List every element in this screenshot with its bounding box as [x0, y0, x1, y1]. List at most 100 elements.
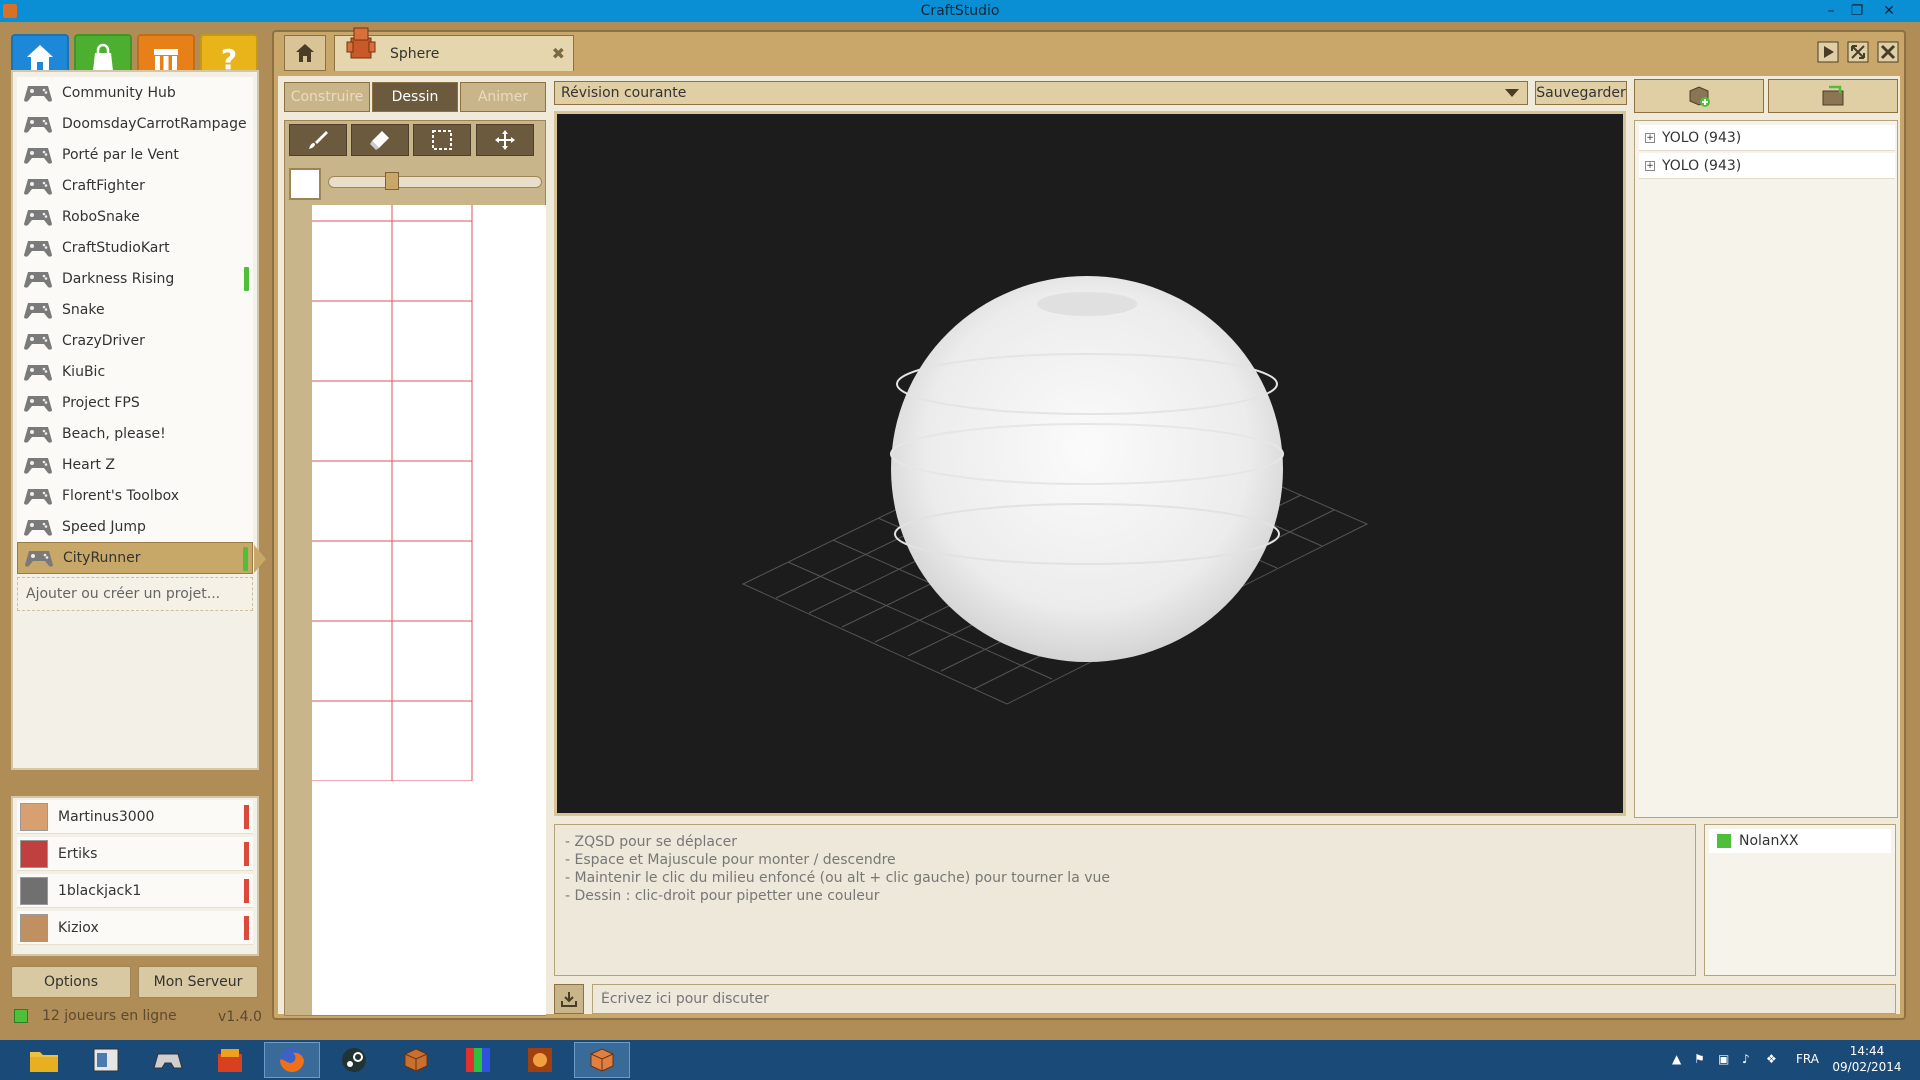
minimize-button[interactable]: – [1818, 1, 1844, 21]
user-name: Martinus3000 [58, 808, 155, 825]
firefox-icon [280, 1048, 304, 1072]
revision-history-button[interactable] [1768, 79, 1898, 113]
move-tool-button[interactable] [476, 124, 534, 156]
close-workspace-button[interactable] [1876, 40, 1900, 64]
avatar [20, 876, 48, 905]
project-label: Florent's Toolbox [62, 487, 180, 504]
chat-input[interactable] [592, 984, 1896, 1014]
home-tab[interactable] [284, 35, 326, 71]
project-label: Porté par le Vent [62, 146, 179, 163]
network-icon[interactable]: ▣ [1718, 1052, 1729, 1066]
project-item[interactable]: RoboSnake [17, 201, 253, 233]
close-window-button[interactable]: ✕ [1876, 1, 1902, 21]
chat-user-name: NolanXX [1739, 833, 1799, 849]
restore-button[interactable]: ❐ [1844, 1, 1870, 21]
expand-icon[interactable]: + [1645, 160, 1655, 171]
gamepad-taskbar-button[interactable] [140, 1042, 196, 1078]
select-tool-button[interactable] [413, 124, 471, 156]
project-item[interactable]: Darkness Rising [17, 263, 253, 295]
chat-user-row[interactable]: NolanXX [1709, 829, 1891, 853]
model-icon [346, 27, 376, 59]
clock[interactable]: 14:44 09/02/2014 [1832, 1043, 1902, 1075]
project-item[interactable]: CityRunner [17, 542, 266, 574]
tray-expand-icon[interactable]: ▲ [1672, 1052, 1681, 1066]
user-item[interactable]: Ertiks [17, 837, 253, 871]
project-label: Darkness Rising [62, 270, 175, 287]
user-name: Ertiks [58, 845, 98, 862]
online-dot-icon [1717, 834, 1731, 848]
project-item[interactable]: Speed Jump [17, 511, 253, 543]
revision-label: YOLO (943) [1662, 129, 1742, 146]
language-indicator[interactable]: FRA [1796, 1052, 1819, 1066]
selection-icon [432, 130, 452, 150]
tab-build[interactable]: Construire [284, 82, 370, 112]
project-label: Community Hub [62, 84, 176, 101]
file-explorer-taskbar-button[interactable] [16, 1042, 72, 1078]
cube-icon [404, 1048, 428, 1072]
tab-paint[interactable]: Dessin [372, 82, 458, 112]
project-item[interactable]: CraftFighter [17, 170, 253, 202]
craftstudio-taskbar-button[interactable] [388, 1042, 444, 1078]
toolbox-taskbar-button[interactable] [202, 1042, 258, 1078]
sphere-scene [741, 276, 1369, 705]
revision-item[interactable]: + YOLO (943) [1639, 125, 1895, 151]
color-swatch[interactable] [289, 168, 321, 200]
gamepad-icon [24, 116, 52, 133]
user-item[interactable]: Martinus3000 [17, 800, 253, 834]
project-item[interactable]: Beach, please! [17, 418, 253, 450]
clock-time: 14:44 [1849, 1044, 1885, 1058]
close-tab-icon[interactable]: ✖ [552, 44, 565, 63]
expand-icon[interactable]: + [1645, 132, 1655, 143]
status-indicator [244, 916, 249, 940]
save-button[interactable]: Sauvegarder [1535, 81, 1627, 105]
game-app-taskbar-button[interactable] [512, 1042, 568, 1078]
fullscreen-button[interactable] [1846, 40, 1870, 64]
project-item[interactable]: Porté par le Vent [17, 139, 253, 171]
color-app-taskbar-button[interactable] [450, 1042, 506, 1078]
explorer-window-taskbar-button[interactable] [78, 1042, 134, 1078]
project-item[interactable]: DoomsdayCarrotRampage [17, 108, 253, 140]
project-item[interactable]: Community Hub [17, 77, 253, 109]
user-item[interactable]: Kiziox [17, 911, 253, 945]
status-indicator [244, 842, 249, 866]
flag-icon[interactable]: ⚑ [1694, 1052, 1705, 1066]
project-item[interactable]: Project FPS [17, 387, 253, 419]
volume-icon[interactable]: ♪ [1742, 1052, 1750, 1066]
project-item[interactable]: CrazyDriver [17, 325, 253, 357]
3d-viewport[interactable] [554, 111, 1626, 816]
dropbox-icon[interactable]: ❖ [1766, 1052, 1777, 1066]
project-item[interactable]: KiuBic [17, 356, 253, 388]
options-button[interactable]: Options [11, 966, 131, 998]
project-item[interactable]: Heart Z [17, 449, 253, 481]
revision-item[interactable]: + YOLO (943) [1639, 153, 1895, 179]
user-name: 1blackjack1 [58, 882, 142, 899]
window-title: CraftStudio [920, 3, 1000, 19]
sphere-tab[interactable]: Sphere ✖ [334, 27, 574, 71]
title-bar: CraftStudio – ❐ ✕ [0, 0, 1920, 22]
project-label: CityRunner [63, 550, 141, 566]
craftstudio-active-taskbar-button[interactable] [574, 1042, 630, 1078]
help-line: - Maintenir le clic du milieu enfoncé (o… [565, 870, 1110, 886]
project-item[interactable]: Florent's Toolbox [17, 480, 253, 512]
project-item[interactable]: Snake [17, 294, 253, 326]
slider-thumb[interactable] [385, 172, 399, 190]
move-icon [495, 130, 515, 150]
revision-select[interactable]: Révision courante [554, 81, 1528, 105]
chat-toggle-button[interactable] [554, 984, 584, 1014]
new-revision-button[interactable] [1634, 79, 1764, 113]
gamepad-icon [24, 178, 52, 195]
history-icon [1822, 85, 1844, 106]
eraser-tool-button[interactable] [351, 124, 409, 156]
user-item[interactable]: 1blackjack1 [17, 874, 253, 908]
help-line: - Dessin : clic-droit pour pipetter une … [565, 888, 880, 904]
steam-taskbar-button[interactable] [326, 1042, 382, 1078]
firefox-taskbar-button[interactable] [264, 1042, 320, 1078]
chat-users-box: NolanXX [1704, 824, 1896, 976]
project-item[interactable]: CraftStudioKart [17, 232, 253, 264]
add-project-button[interactable]: Ajouter ou créer un projet... [17, 577, 253, 611]
brush-tool-button[interactable] [289, 124, 347, 156]
tab-animate[interactable]: Animer [460, 82, 546, 112]
brush-size-slider[interactable] [328, 176, 542, 188]
play-button[interactable] [1816, 40, 1840, 64]
my-server-button[interactable]: Mon Serveur [138, 966, 258, 998]
